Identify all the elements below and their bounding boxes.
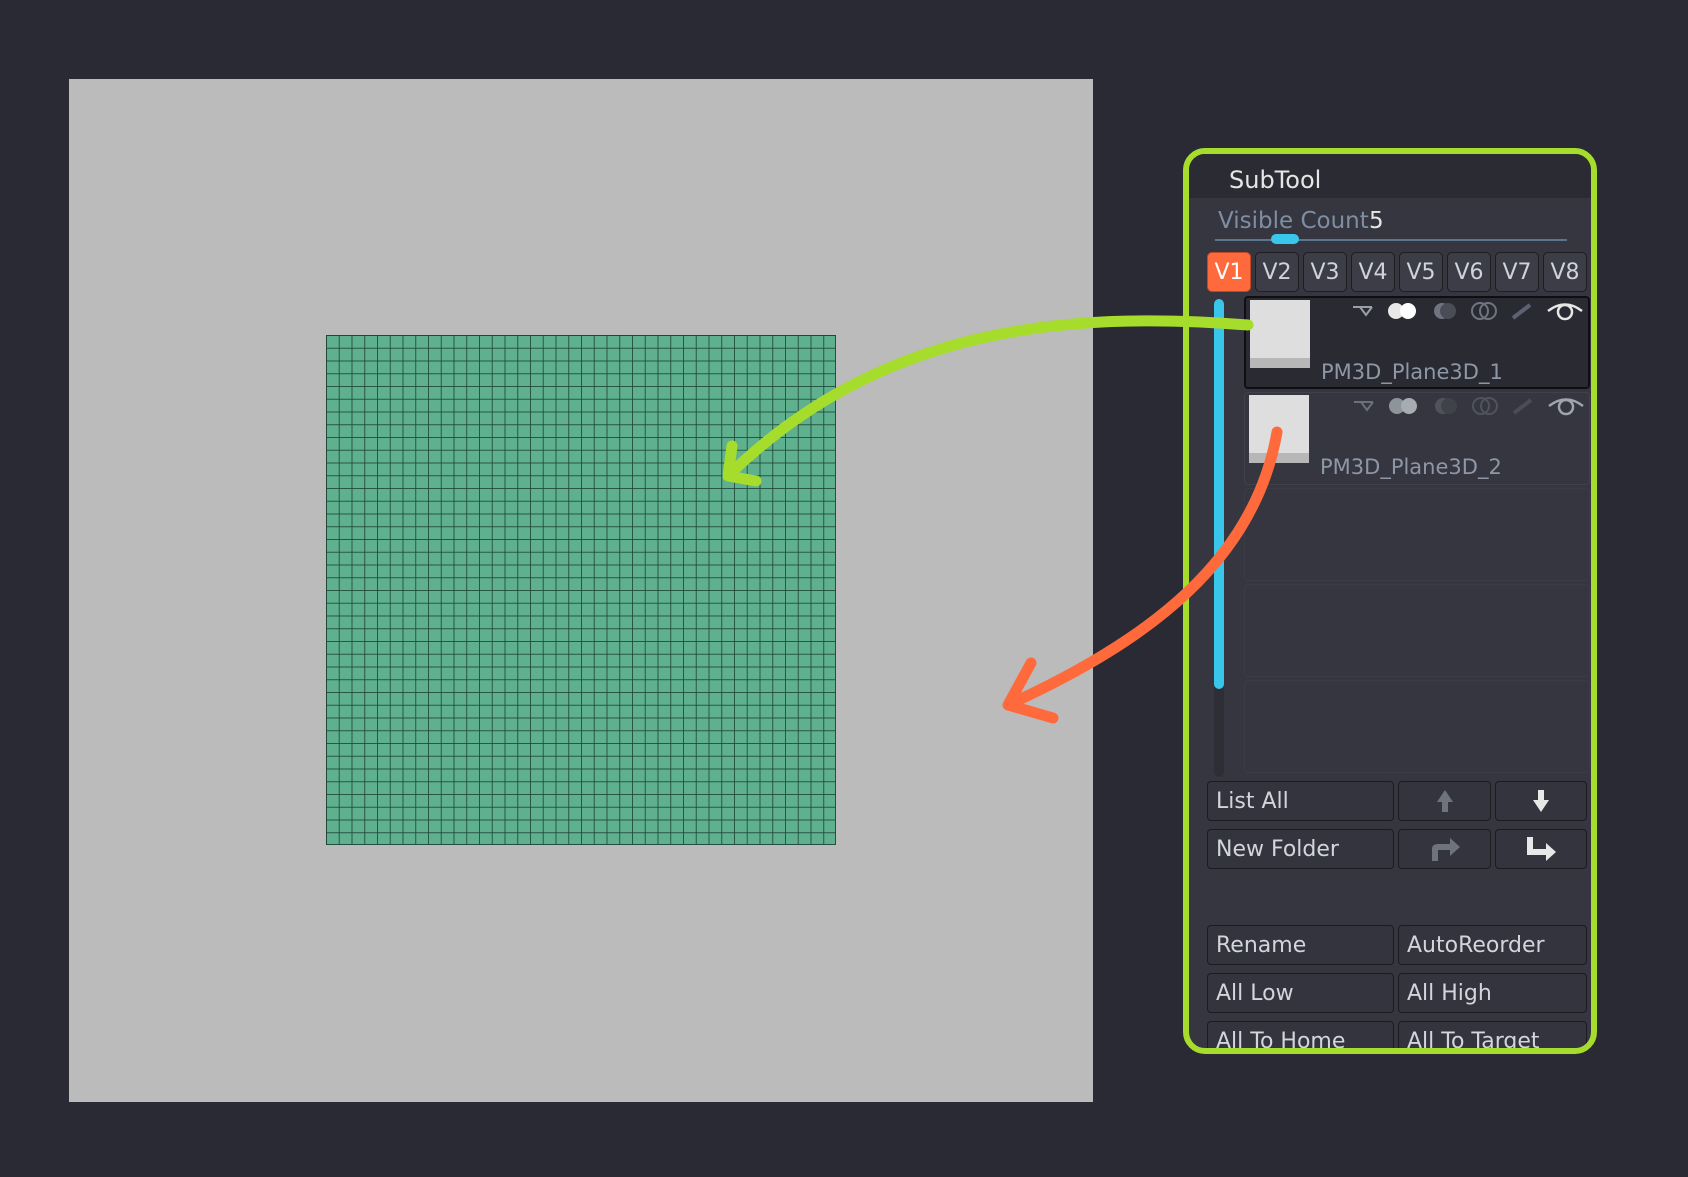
move-down-button[interactable]: [1495, 781, 1587, 821]
half-circle-icon[interactable]: [1431, 396, 1461, 416]
split-circle-icon[interactable]: [1471, 396, 1501, 416]
eye-icon[interactable]: [1547, 395, 1585, 417]
toggle-icon[interactable]: [1387, 396, 1421, 416]
rename-button[interactable]: Rename: [1207, 925, 1394, 965]
panel-title: SubTool: [1229, 166, 1322, 194]
merge-arrow-icon[interactable]: [1351, 396, 1377, 416]
half-circle-icon[interactable]: [1430, 301, 1460, 321]
subtool-row-2[interactable]: PM3D_Plane3D_2: [1244, 392, 1590, 485]
version-tab-v6[interactable]: V6: [1447, 252, 1491, 292]
all-high-button[interactable]: All High: [1398, 973, 1587, 1013]
panel-header: SubTool: [1189, 154, 1591, 198]
version-tab-v2[interactable]: V2: [1255, 252, 1299, 292]
visible-count-value: 5: [1369, 208, 1384, 234]
subtool-scrollbar[interactable]: [1214, 299, 1224, 777]
toggle-icon[interactable]: [1386, 301, 1420, 321]
arrow-down-icon: [1533, 790, 1549, 812]
row-icons: [1351, 395, 1585, 417]
subtool-name: PM3D_Plane3D_2: [1320, 455, 1502, 479]
merge-arrow-icon[interactable]: [1350, 301, 1376, 321]
auto-reorder-button[interactable]: AutoReorder: [1398, 925, 1587, 965]
version-tab-v4[interactable]: V4: [1351, 252, 1395, 292]
move-in-button[interactable]: [1495, 829, 1587, 869]
subtool-name: PM3D_Plane3D_1: [1321, 360, 1503, 384]
visible-count-label: Visible Count: [1218, 208, 1369, 234]
version-tab-v8[interactable]: V8: [1543, 252, 1587, 292]
version-tab-v3[interactable]: V3: [1303, 252, 1347, 292]
arrow-down-right-icon: [1527, 837, 1556, 861]
eye-icon[interactable]: [1546, 300, 1584, 322]
slider-knob[interactable]: [1271, 234, 1299, 244]
move-up-button[interactable]: [1398, 781, 1491, 821]
brush-icon[interactable]: [1510, 301, 1536, 321]
subtool-row-empty[interactable]: [1244, 680, 1590, 773]
version-tab-v1[interactable]: V1: [1207, 252, 1251, 292]
scrollbar-thumb[interactable]: [1214, 299, 1224, 689]
brush-icon[interactable]: [1511, 396, 1537, 416]
viewport-canvas[interactable]: [69, 79, 1093, 1102]
move-out-button[interactable]: [1398, 829, 1491, 869]
all-to-home-button[interactable]: All To Home: [1207, 1021, 1394, 1048]
all-to-target-button[interactable]: All To Target: [1398, 1021, 1587, 1048]
subtool-row-1[interactable]: PM3D_Plane3D_1: [1244, 296, 1590, 389]
list-all-button[interactable]: List All: [1207, 781, 1394, 821]
subtool-thumbnail: [1249, 395, 1309, 463]
version-tab-v7[interactable]: V7: [1495, 252, 1539, 292]
subtool-row-empty[interactable]: [1244, 488, 1590, 581]
split-circle-icon[interactable]: [1470, 301, 1500, 321]
subtool-panel: SubTool Visible Count 5 V1 V2 V3 V4 V5 V…: [1183, 148, 1597, 1054]
arrow-up-icon: [1436, 790, 1453, 812]
row-icons: [1350, 300, 1584, 322]
subtool-thumbnail: [1250, 300, 1310, 368]
visible-count-slider[interactable]: [1215, 234, 1567, 244]
version-tabs: V1 V2 V3 V4 V5 V6 V7 V8: [1207, 252, 1587, 292]
subtool-row-empty[interactable]: [1244, 584, 1590, 677]
plane-mesh[interactable]: [326, 335, 836, 845]
new-folder-button[interactable]: New Folder: [1207, 829, 1394, 869]
version-tab-v5[interactable]: V5: [1399, 252, 1443, 292]
arrow-right-curved-icon: [1431, 838, 1460, 861]
all-low-button[interactable]: All Low: [1207, 973, 1394, 1013]
